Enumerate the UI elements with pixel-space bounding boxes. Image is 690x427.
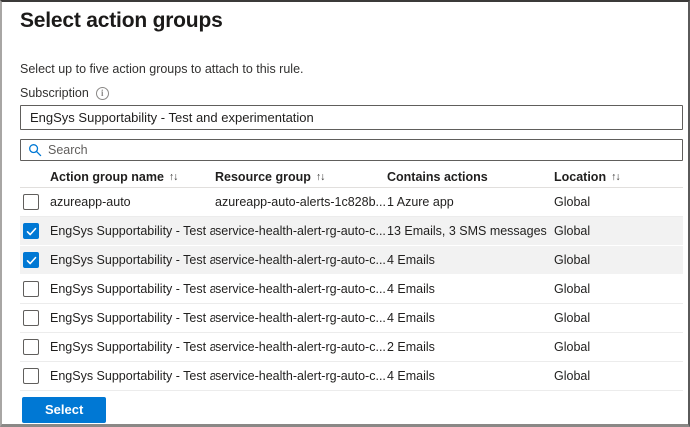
subscription-dropdown[interactable]: EngSys Supportability - Test and experim… xyxy=(20,105,683,130)
sort-arrows-icon[interactable]: ↑↓ xyxy=(611,171,620,183)
cell-resource-group: service-health-alert-rg-auto-c... xyxy=(215,340,387,354)
action-groups-table: Action group name ↑↓ Resource group ↑↓ C… xyxy=(20,166,683,391)
row-checkbox[interactable] xyxy=(23,368,39,384)
table-row[interactable]: EngSys Supportability - Test a... servic… xyxy=(20,362,683,391)
row-checkbox[interactable] xyxy=(23,281,39,297)
table-row[interactable]: EngSys Supportability - Test a... servic… xyxy=(20,246,683,275)
column-header-contains-actions: Contains actions xyxy=(387,170,554,184)
cell-resource-group: azureapp-auto-alerts-1c828b... xyxy=(215,195,387,209)
page-title: Select action groups xyxy=(20,9,223,33)
checkmark-icon xyxy=(26,255,37,266)
cell-action-group-name: EngSys Supportability - Test a... xyxy=(50,311,215,325)
row-checkbox[interactable] xyxy=(23,310,39,326)
row-checkbox[interactable] xyxy=(23,194,39,210)
cell-action-group-name: EngSys Supportability - Test a... xyxy=(50,282,215,296)
cell-contains-actions: 4 Emails xyxy=(387,253,554,267)
cell-location: Global xyxy=(554,340,683,354)
checkmark-icon xyxy=(26,226,37,237)
table-header-row: Action group name ↑↓ Resource group ↑↓ C… xyxy=(20,166,683,188)
cell-contains-actions: 4 Emails xyxy=(387,282,554,296)
cell-location: Global xyxy=(554,282,683,296)
cell-location: Global xyxy=(554,195,683,209)
checkbox-cell xyxy=(20,368,50,384)
column-header-action-group-name[interactable]: Action group name ↑↓ xyxy=(50,170,215,184)
cell-contains-actions: 13 Emails, 3 SMS messages xyxy=(387,224,554,238)
sort-arrows-icon[interactable]: ↑↓ xyxy=(169,171,178,183)
checkbox-cell xyxy=(20,223,50,239)
subscription-dropdown-value: EngSys Supportability - Test and experim… xyxy=(30,110,314,125)
row-checkbox[interactable] xyxy=(23,223,39,239)
cell-location: Global xyxy=(554,224,683,238)
checkbox-cell xyxy=(20,252,50,268)
table-row[interactable]: EngSys Supportability - Test a... servic… xyxy=(20,217,683,246)
cell-location: Global xyxy=(554,369,683,383)
cell-contains-actions: 4 Emails xyxy=(387,369,554,383)
cell-action-group-name: azureapp-auto xyxy=(50,195,215,209)
info-icon[interactable]: i xyxy=(96,87,109,100)
sort-arrows-icon[interactable]: ↑↓ xyxy=(316,171,325,183)
cell-resource-group: service-health-alert-rg-auto-c... xyxy=(215,282,387,296)
checkbox-cell xyxy=(20,339,50,355)
table-body: azureapp-auto azureapp-auto-alerts-1c828… xyxy=(20,188,683,391)
search-box[interactable] xyxy=(20,139,683,161)
table-row[interactable]: azureapp-auto azureapp-auto-alerts-1c828… xyxy=(20,188,683,217)
cell-resource-group: service-health-alert-rg-auto-c... xyxy=(215,253,387,267)
table-row[interactable]: EngSys Supportability - Test a... servic… xyxy=(20,333,683,362)
row-checkbox[interactable] xyxy=(23,339,39,355)
cell-contains-actions: 4 Emails xyxy=(387,311,554,325)
cell-contains-actions: 1 Azure app xyxy=(387,195,554,209)
cell-location: Global xyxy=(554,311,683,325)
cell-action-group-name: EngSys Supportability - Test a... xyxy=(50,224,215,238)
column-header-location[interactable]: Location ↑↓ xyxy=(554,170,683,184)
cell-action-group-name: EngSys Supportability - Test a... xyxy=(50,253,215,267)
search-icon xyxy=(28,143,42,157)
subscription-label-text: Subscription xyxy=(20,86,89,100)
select-button[interactable]: Select xyxy=(22,397,106,423)
checkbox-cell xyxy=(20,310,50,326)
subscription-label: Subscription i xyxy=(20,86,109,100)
column-header-resource-group[interactable]: Resource group ↑↓ xyxy=(215,170,387,184)
cell-resource-group: service-health-alert-rg-auto-c... xyxy=(215,224,387,238)
cell-resource-group: service-health-alert-rg-auto-c... xyxy=(215,311,387,325)
search-input[interactable] xyxy=(48,143,682,157)
checkbox-cell xyxy=(20,194,50,210)
cell-location: Global xyxy=(554,253,683,267)
cell-action-group-name: EngSys Supportability - Test a... xyxy=(50,369,215,383)
row-checkbox[interactable] xyxy=(23,252,39,268)
cell-action-group-name: EngSys Supportability - Test a... xyxy=(50,340,215,354)
cell-contains-actions: 2 Emails xyxy=(387,340,554,354)
cell-resource-group: service-health-alert-rg-auto-c... xyxy=(215,369,387,383)
table-row[interactable]: EngSys Supportability - Test a... servic… xyxy=(20,275,683,304)
description-text: Select up to five action groups to attac… xyxy=(20,62,304,76)
table-row[interactable]: EngSys Supportability - Test a... servic… xyxy=(20,304,683,333)
checkbox-cell xyxy=(20,281,50,297)
select-action-groups-panel: Select action groups Select up to five a… xyxy=(0,0,690,427)
